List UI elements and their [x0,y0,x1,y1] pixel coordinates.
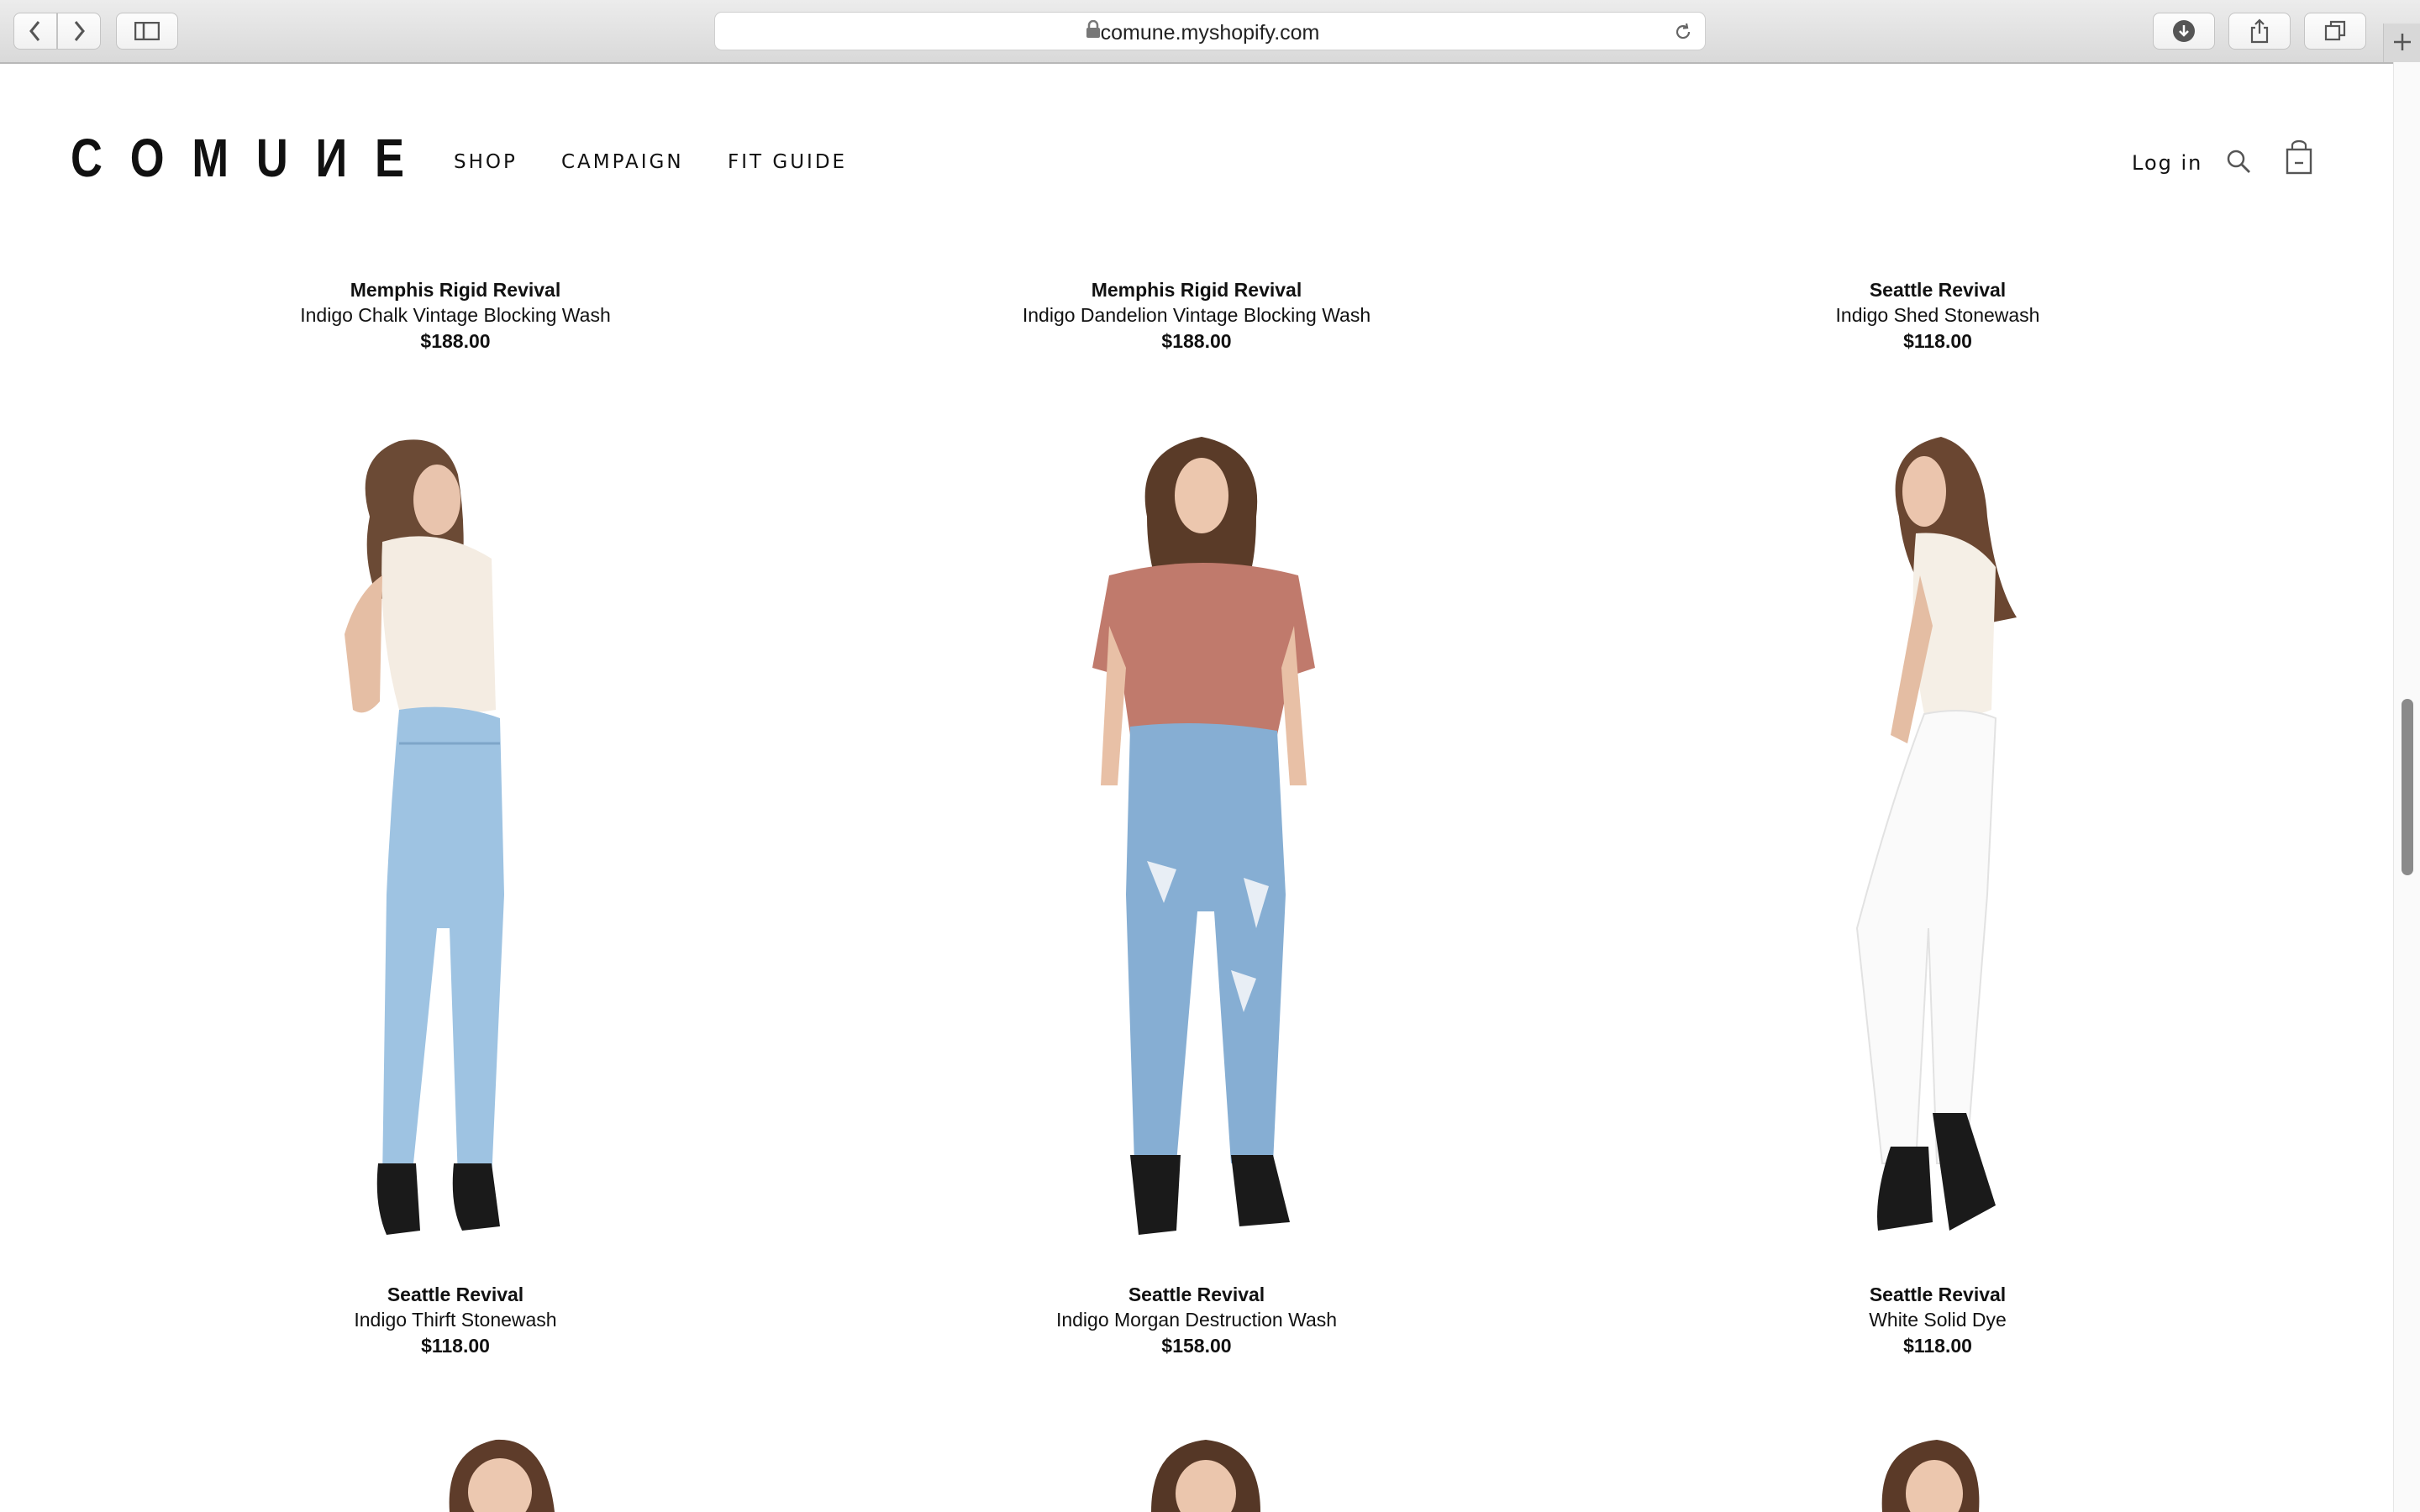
share-icon [2250,18,2269,44]
url-text: comune.myshopify.com [1100,21,1320,45]
product-card-caption[interactable]: Memphis Rigid Revival Indigo Chalk Vinta… [136,277,775,354]
downloads-button[interactable] [2153,13,2215,50]
product-name: Seattle Revival [387,1284,524,1305]
product-variant: Indigo Dandelion Vintage Blocking Wash [1022,304,1371,326]
browser-toolbar: comune.myshopify.com [0,0,2420,64]
product-name: Seattle Revival [1128,1284,1265,1305]
product-name: Memphis Rigid Revival [1091,279,1302,301]
nav-campaign[interactable]: CAMPAIGN [561,151,684,173]
product-name: Seattle Revival [1869,1284,2007,1305]
product-price: $118.00 [421,1335,490,1357]
product-variant: White Solid Dye [1869,1309,2007,1331]
product-price: $118.00 [1903,1335,1972,1357]
cart-icon[interactable] [2284,139,2314,175]
download-icon [2173,20,2195,42]
nav-fit-guide[interactable]: FIT GUIDE [728,151,847,173]
sidebar-button[interactable] [116,13,178,50]
address-bar[interactable]: comune.myshopify.com [714,12,1706,50]
product-image[interactable] [1840,424,2042,1247]
chevron-right-icon [74,21,85,41]
tabs-button[interactable] [2304,13,2366,50]
store-logo[interactable]: COMUИE [71,131,432,185]
product-image[interactable] [319,424,571,1247]
product-variant: Indigo Chalk Vintage Blocking Wash [300,304,611,326]
product-image[interactable] [437,1433,563,1512]
chevron-left-icon [29,21,40,41]
product-image[interactable] [1865,1433,1991,1512]
product-card-caption[interactable]: Seattle Revival Indigo Morgan Destructio… [877,1282,1516,1359]
product-variant: Indigo Morgan Destruction Wash [1055,1309,1338,1331]
product-price: $188.00 [420,330,491,352]
product-name: Memphis Rigid Revival [350,279,561,301]
new-tab-button[interactable] [2383,24,2420,62]
forward-button[interactable] [57,13,101,50]
scrollbar-thumb[interactable] [2402,699,2413,875]
reload-icon[interactable] [1673,22,1693,42]
product-price: $188.00 [1161,330,1232,352]
search-icon[interactable] [2225,148,2252,175]
login-link[interactable]: Log in [2132,151,2202,175]
share-button[interactable] [2228,13,2291,50]
product-image[interactable] [1076,424,1336,1256]
lock-icon [1086,20,1100,38]
nav-shop[interactable]: SHOP [454,151,518,173]
plus-icon [2394,34,2411,50]
product-card-caption[interactable]: Seattle Revival White Solid Dye $118.00 [1618,1282,2257,1359]
product-image[interactable] [1143,1433,1269,1512]
sidebar-icon [134,22,160,40]
product-card-caption[interactable]: Seattle Revival Indigo Shed Stonewash $1… [1618,277,2257,354]
product-price: $118.00 [1903,330,1972,352]
product-card-caption[interactable]: Memphis Rigid Revival Indigo Dandelion V… [877,277,1516,354]
product-variant: Indigo Shed Stonewash [1835,304,2040,326]
tabs-icon [2324,20,2346,41]
back-button[interactable] [13,13,57,50]
product-card-caption[interactable]: Seattle Revival Indigo Thirft Stonewash … [136,1282,775,1359]
product-variant: Indigo Thirft Stonewash [354,1309,557,1331]
product-price: $158.00 [1161,1335,1232,1357]
product-name: Seattle Revival [1869,279,2007,301]
